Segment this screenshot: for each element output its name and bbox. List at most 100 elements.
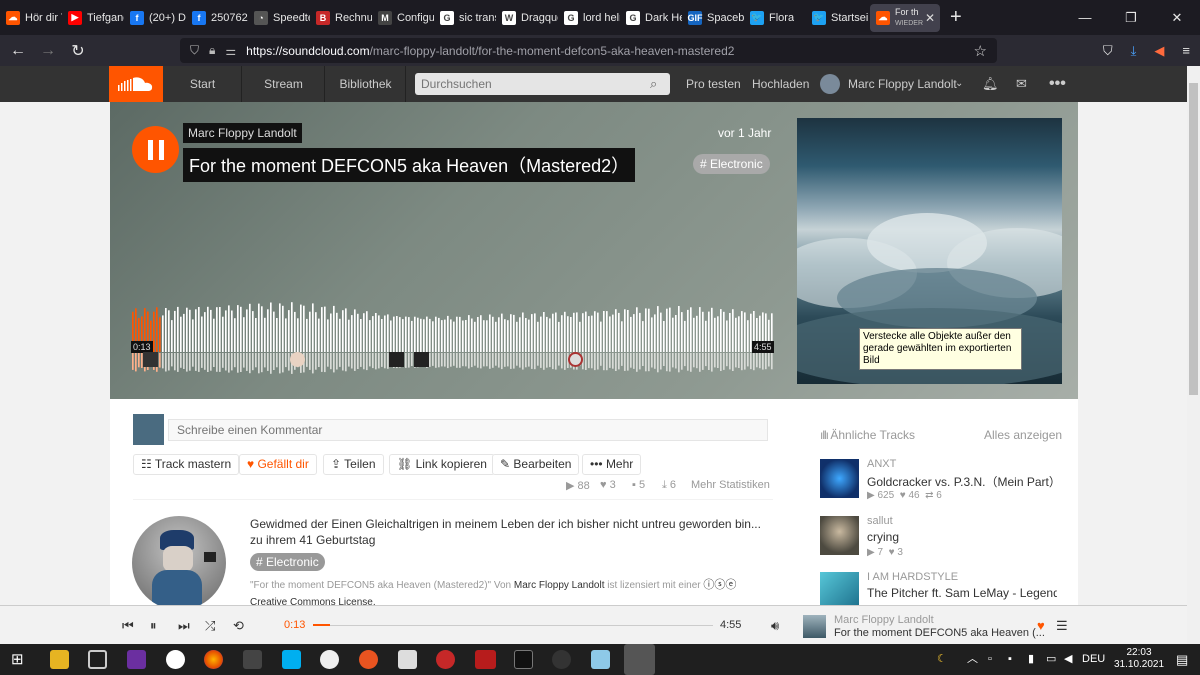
bell-icon[interactable]: 🔔︎ — [982, 66, 999, 102]
minimize-icon[interactable]: — — [1062, 0, 1108, 35]
permissions-icon[interactable]: ⚌ — [225, 44, 236, 58]
app-icon[interactable] — [320, 650, 339, 669]
browser-tab[interactable]: ▶ Tiefgang — [62, 0, 124, 35]
close-tab-icon[interactable]: ✕ — [925, 11, 935, 25]
ableton-live-icon[interactable] — [514, 650, 533, 669]
reload-icon[interactable]: ↻ — [63, 41, 93, 61]
player-title[interactable]: For the moment DEFCON5 aka Heaven (... — [834, 627, 1045, 639]
related-track[interactable]: I AM HARDSTYLE The Pitcher ft. Sam LeMay… — [820, 572, 1060, 605]
language-indicator[interactable]: DEU — [1082, 644, 1105, 675]
browser-tab[interactable]: 🐦 Startseit — [806, 0, 868, 35]
app-icon[interactable] — [127, 650, 146, 669]
forward-arrow-icon[interactable]: → — [33, 42, 63, 60]
comment-marker[interactable] — [143, 352, 158, 367]
comment-marker[interactable] — [568, 352, 583, 367]
nav-library[interactable]: Bibliothek — [326, 66, 406, 102]
back-arrow-icon[interactable]: ← — [3, 42, 33, 60]
browser-tab[interactable]: Gsic trans — [434, 0, 496, 35]
comment-input[interactable] — [168, 419, 768, 441]
license-author-link[interactable]: Marc Floppy Landolt — [514, 580, 605, 591]
browser-tab[interactable]: 🐦 Flora — [744, 0, 806, 35]
shield-icon[interactable]: ⛉ — [190, 43, 199, 58]
soundcloud-logo-icon[interactable] — [109, 66, 163, 102]
pro-link[interactable]: Pro testen — [686, 66, 741, 102]
related-track[interactable]: sallut crying ▶ 7 ♥ 3 — [820, 515, 1060, 561]
lock-icon[interactable]: 🔒︎ — [209, 43, 215, 58]
track-thumbnail[interactable] — [820, 459, 859, 498]
copy-link-button[interactable]: ⛓ Link kopieren — [389, 454, 495, 475]
tray-icon[interactable]: ▪ — [1008, 644, 1012, 675]
search-input[interactable] — [415, 73, 670, 95]
more-button[interactable]: ••• Mehr — [582, 454, 642, 475]
scrollbar[interactable] — [1187, 66, 1200, 644]
master-track-button[interactable]: ☷ Track mastern — [133, 454, 240, 475]
bookmark-star-icon[interactable]: ☆ — [974, 42, 987, 60]
queue-icon[interactable]: ☰ — [1056, 618, 1068, 634]
mail-icon[interactable]: ✉ — [1016, 66, 1027, 102]
file-explorer-icon[interactable] — [50, 650, 69, 669]
restore-icon[interactable]: ❐ — [1108, 0, 1154, 35]
share-button[interactable]: ⇪ Teilen — [323, 454, 384, 475]
genre-tag[interactable]: # Electronic — [250, 553, 325, 571]
track-thumbnail[interactable] — [820, 572, 859, 605]
browser-tab[interactable]: W Dragque — [496, 0, 558, 35]
more-stats-link[interactable]: Mehr Statistiken — [691, 479, 770, 491]
nav-start[interactable]: Start — [164, 66, 242, 102]
show-all-link[interactable]: Alles anzeigen — [984, 428, 1062, 442]
avatar[interactable] — [132, 516, 226, 610]
progress-track[interactable] — [313, 625, 713, 626]
like-button[interactable]: ♥ Gefällt dir — [239, 454, 317, 475]
address-bar[interactable]: ⛉ 🔒︎ ⚌ https://soundcloud.com/marc-flopp… — [180, 38, 997, 63]
shuffle-icon[interactable]: ⤮ — [205, 618, 215, 634]
pocket-icon[interactable]: ⛉ — [1103, 43, 1113, 59]
tray-icon[interactable]: ▫ — [988, 644, 992, 675]
windows-start-icon[interactable]: ⊞ — [11, 644, 24, 675]
comment-marker[interactable] — [389, 352, 404, 367]
upload-link[interactable]: Hochladen — [752, 66, 809, 102]
browser-tab[interactable]: GIF Spaceba — [682, 0, 744, 35]
browser-tab[interactable]: M Configu — [372, 0, 434, 35]
waveform[interactable] — [132, 296, 774, 374]
new-tab-plus-icon[interactable]: + — [950, 6, 962, 29]
nav-stream[interactable]: Stream — [243, 66, 325, 102]
app-icon[interactable] — [591, 650, 610, 669]
track-thumbnail[interactable] — [820, 516, 859, 555]
browser-tab[interactable]: ◔ Speedte — [248, 0, 310, 35]
browser-tab[interactable]: ☁ Hör dir T — [0, 0, 62, 35]
app-icon[interactable] — [398, 650, 417, 669]
browser-tab[interactable]: f (20+) Da — [124, 0, 186, 35]
ubuntu-icon[interactable] — [359, 650, 378, 669]
genre-tag[interactable]: # Electronic — [693, 154, 770, 174]
volume-icon[interactable]: 🔊︎ — [771, 618, 779, 634]
chevron-down-icon[interactable]: ⌄ — [955, 66, 963, 102]
comment-marker[interactable] — [290, 352, 305, 367]
edit-button[interactable]: ✎ Bearbeiten — [492, 454, 580, 475]
close-window-icon[interactable]: ✕ — [1154, 0, 1200, 35]
firefox-icon[interactable] — [204, 650, 223, 669]
downloads-icon[interactable]: ⤓ — [1131, 43, 1137, 59]
voicemeeter-icon[interactable] — [475, 650, 496, 669]
menu-hamburger-icon[interactable]: ≡ — [1182, 43, 1190, 58]
tab-active-soundcloud[interactable]: ☁ For th WIEDER ✕ — [870, 3, 940, 32]
app-icon-active[interactable] — [624, 644, 655, 675]
more-dots-icon[interactable]: ••• — [1049, 66, 1066, 102]
microphone-icon[interactable]: ▮ — [1028, 644, 1034, 675]
desktop-icon[interactable] — [88, 650, 107, 669]
extension-icon[interactable]: ◀ — [1154, 43, 1164, 59]
next-icon[interactable]: ⏭︎ — [178, 618, 190, 634]
hero-artist[interactable]: Marc Floppy Landolt — [183, 123, 302, 143]
app-icon[interactable] — [166, 650, 185, 669]
previous-icon[interactable]: ⏮︎ — [122, 618, 134, 634]
pause-button[interactable] — [132, 126, 179, 173]
app-icon[interactable] — [436, 650, 455, 669]
search-icon[interactable]: ⌕ — [650, 76, 657, 92]
browser-tab[interactable]: Glord helr — [558, 0, 620, 35]
system-clock[interactable]: 22:03 31.10.2021 — [1114, 647, 1164, 671]
network-icon[interactable]: ▭ — [1046, 644, 1056, 675]
chevron-up-icon[interactable]: ︿ — [967, 644, 978, 675]
pause-icon[interactable]: ⏸︎ — [150, 618, 157, 634]
heart-icon[interactable]: ♥ — [1037, 618, 1045, 633]
speaker-icon[interactable]: ◀ — [1064, 644, 1072, 675]
browser-tab[interactable]: f 2507624 — [186, 0, 248, 35]
avatar[interactable] — [820, 74, 840, 94]
